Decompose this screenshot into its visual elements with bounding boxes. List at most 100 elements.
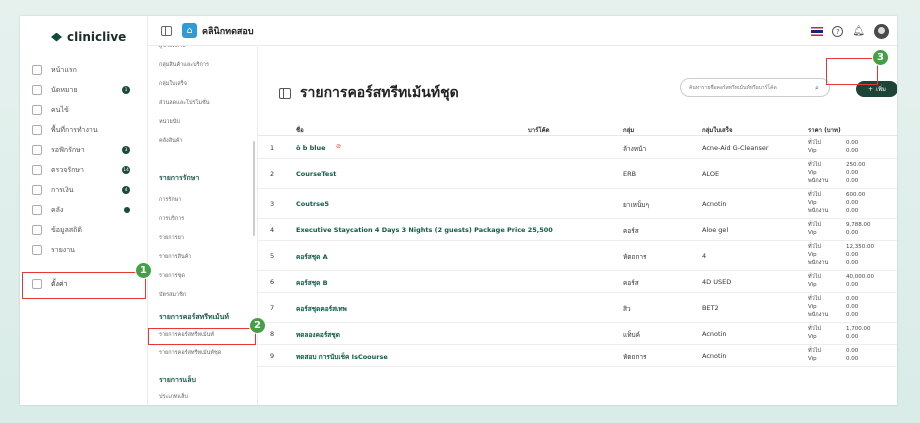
price-tier-label: ทั่วไป bbox=[808, 222, 821, 228]
price-value: 0.00 bbox=[846, 312, 859, 318]
table-row[interactable]: 1 ô b blue ⊘ ล้างหน้า Acne-Aid G-Cleanser ทั่… bbox=[258, 137, 897, 159]
submenu-item[interactable]: ผู้ขายหลาย bbox=[159, 46, 186, 50]
price-tier-label: ทั่วไป bbox=[808, 274, 821, 280]
nav-item[interactable]: คนไข้ bbox=[32, 100, 145, 120]
table-row[interactable]: 5 คอร์สชุด A หัตถการ 4 ทั่วไป Vip พนักงาน 12,35… bbox=[258, 241, 897, 271]
course-name[interactable]: ô b blue bbox=[296, 144, 326, 152]
table-row[interactable]: 3 Coutrse5 ยาเหน็บๆ Acnotin ทั่วไป Vip พนักงาน… bbox=[258, 189, 897, 219]
receipt-group-cell: Acne-Aid G-Cleanser bbox=[702, 144, 769, 152]
count-badge: 4 bbox=[122, 186, 130, 194]
price-value: 1,700.00 bbox=[846, 326, 871, 332]
price-values: 0.00 0.00 bbox=[846, 347, 858, 363]
price-labels: ทั่วไป Vip bbox=[808, 273, 821, 289]
col-name[interactable]: ชื่อ bbox=[296, 125, 304, 135]
nav-item[interactable]: ข้อมูลสถิติ bbox=[32, 220, 145, 240]
page-title: รายการคอร์สทรีทเม้นท์ชุด bbox=[300, 85, 459, 101]
table-row[interactable]: 6 คอร์สชุด B คอร์ส 4D USED ทั่วไป Vip 40,000.0… bbox=[258, 271, 897, 293]
submenu-item-course-set[interactable]: รายการคอร์สทรีทเม้นท์ชุด bbox=[159, 349, 221, 357]
panel-icon[interactable] bbox=[279, 87, 291, 99]
submenu-item[interactable]: ประเภทแล็บ bbox=[159, 393, 188, 401]
price-tier-label: พนักงาน bbox=[808, 312, 829, 318]
submenu-item[interactable]: รายการยา bbox=[159, 234, 184, 242]
row-number: 1 bbox=[270, 144, 275, 152]
nav-item[interactable]: คลัง bbox=[32, 200, 145, 220]
nav-item[interactable]: หน้าแรก bbox=[32, 60, 145, 80]
table-row[interactable]: 8 ทดลองคอร์สชุด แท็บค์ Acnotin ทั่วไป Vip 1,70… bbox=[258, 323, 897, 345]
submenu-item[interactable]: กลุ่มใบเสร็จ bbox=[159, 80, 187, 88]
row-number: 3 bbox=[270, 200, 275, 208]
col-price[interactable]: ราคา (บาท) bbox=[808, 125, 841, 135]
price-tier-label: Vip bbox=[808, 200, 817, 206]
row-number: 7 bbox=[270, 304, 275, 312]
course-name[interactable]: ทดสอบ การนับเช็ค IsCoourse bbox=[296, 352, 388, 362]
search-icon[interactable]: ⌕ bbox=[815, 84, 819, 93]
group-cell: สิว bbox=[623, 305, 631, 313]
receipt-group-cell: ALOE bbox=[702, 170, 720, 178]
col-barcode[interactable]: บาร์โค้ด bbox=[528, 125, 550, 135]
group-cell: หัตถการ bbox=[623, 353, 647, 361]
sidebar-toggle-icon[interactable] bbox=[161, 26, 172, 36]
table-row[interactable]: 2 CourseTest ERB ALOE ทั่วไป Vip พนักงาน 250.00… bbox=[258, 159, 897, 189]
count-badge: 1 bbox=[122, 86, 130, 94]
course-name[interactable]: คอร์สชุด B bbox=[296, 278, 328, 288]
nav-item[interactable]: รอฟักรักษา 3 bbox=[32, 140, 145, 160]
submenu-section-title: รายการแล็บ bbox=[159, 376, 196, 384]
search-input[interactable] bbox=[680, 78, 830, 97]
table-row[interactable]: 7 คอร์สชุดคอร์สเทพ สิว BET2 ทั่วไป Vip พนักงาน… bbox=[258, 293, 897, 323]
step-marker-2: 2 bbox=[249, 317, 266, 334]
submenu-scrollbar[interactable] bbox=[253, 141, 255, 236]
course-name[interactable]: Executive Staycation 4 Days 3 Nights (2 … bbox=[296, 226, 553, 234]
left-sidebar: cliniclive หน้าแรกนัดหมาย 1 คนไข้ พื้นที่กา… bbox=[20, 16, 148, 405]
thai-flag-icon[interactable] bbox=[811, 27, 824, 36]
submenu-item[interactable]: ส่วนลดและโปรโมชั่น bbox=[159, 99, 210, 107]
course-name[interactable]: CourseTest bbox=[296, 170, 336, 178]
logo-text: cliniclive bbox=[67, 30, 127, 44]
user-icon bbox=[32, 105, 42, 115]
submenu-item[interactable]: รายการชุด bbox=[159, 272, 185, 280]
course-name[interactable]: Coutrse5 bbox=[296, 200, 329, 208]
step-marker-3: 3 bbox=[872, 49, 889, 66]
col-receipt-group[interactable]: กลุ่มใบเสร็จ bbox=[702, 125, 732, 135]
submenu-item[interactable]: หน่วยนับ bbox=[159, 118, 180, 126]
price-values: 40,000.00 0.00 bbox=[846, 273, 874, 289]
submenu-item[interactable]: บัตรสมาชิก bbox=[159, 291, 186, 299]
price-value: 0.00 bbox=[846, 230, 859, 236]
price-tier-label: พนักงาน bbox=[808, 260, 829, 266]
nav-item[interactable]: ตรวจรักษา 14 bbox=[32, 160, 145, 180]
nav-item-label: นัดหมาย bbox=[51, 85, 78, 94]
price-tier-label: ทั่วไป bbox=[808, 192, 821, 198]
submenu-item[interactable]: รายการสินค้า bbox=[159, 253, 192, 261]
submenu-item[interactable]: คลังสินค้า bbox=[159, 137, 183, 145]
submenu-item[interactable]: กลุ่มสินค้าและบริการ bbox=[159, 61, 209, 69]
receipt-group-cell: Aloe gel bbox=[702, 226, 729, 234]
stats-icon bbox=[32, 225, 42, 235]
nav-item[interactable]: พื้นที่การทำงาน bbox=[32, 120, 145, 140]
row-number: 8 bbox=[270, 330, 275, 338]
submenu-item[interactable]: การบริการ bbox=[159, 215, 184, 223]
logo[interactable]: cliniclive bbox=[51, 29, 126, 45]
logo-icon bbox=[51, 32, 62, 42]
stethoscope-icon bbox=[32, 165, 42, 175]
course-name[interactable]: คอร์สชุด A bbox=[296, 252, 328, 262]
price-tier-label: พนักงาน bbox=[808, 178, 829, 184]
submenu-item[interactable]: การรักษา bbox=[159, 196, 181, 204]
avatar[interactable] bbox=[874, 24, 889, 39]
clinic-name[interactable]: คลินิกทดสอบ bbox=[202, 24, 254, 38]
col-group[interactable]: กลุ่ม bbox=[623, 125, 634, 135]
topbar: ⌂ คลินิกทดสอบ ? 🔔︎ bbox=[148, 16, 897, 46]
table-row[interactable]: 9 ทดสอบ การนับเช็ค IsCoourse หัตถการ Acnoti… bbox=[258, 345, 897, 367]
table-row[interactable]: 4 Executive Staycation 4 Days 3 Nights (2… bbox=[258, 219, 897, 241]
group-cell: คอร์ส bbox=[623, 279, 639, 287]
nav-item[interactable]: การเงิน 4 bbox=[32, 180, 145, 200]
report-icon bbox=[32, 245, 42, 255]
bell-icon[interactable]: 🔔︎ bbox=[852, 26, 865, 37]
help-icon[interactable]: ? bbox=[832, 26, 844, 37]
nav-item-label: หน้าแรก bbox=[51, 65, 77, 74]
nav-item[interactable]: นัดหมาย 1 bbox=[32, 80, 145, 100]
nav-item[interactable]: รายงาน bbox=[32, 240, 145, 260]
course-name[interactable]: คอร์สชุดคอร์สเทพ bbox=[296, 304, 347, 314]
price-value: 0.00 bbox=[846, 334, 859, 340]
course-name[interactable]: ทดลองคอร์สชุด bbox=[296, 330, 340, 340]
price-tier-label: Vip bbox=[808, 304, 817, 310]
submenu-section-title: รายการรักษา bbox=[159, 174, 200, 182]
